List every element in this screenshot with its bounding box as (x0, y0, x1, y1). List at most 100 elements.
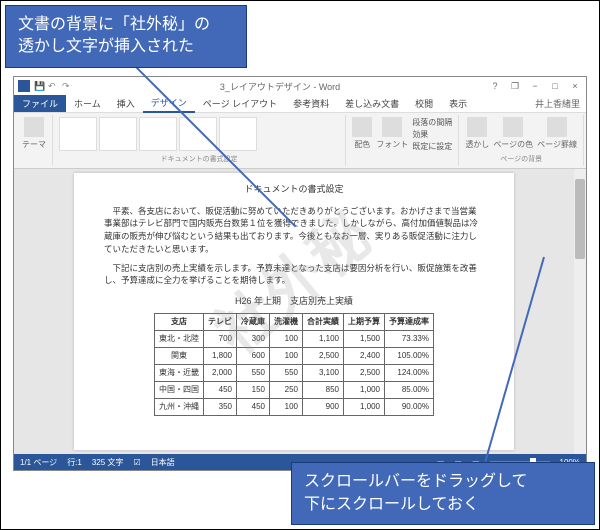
fonts-button[interactable]: フォント (376, 117, 408, 152)
cell-tv: 350 (204, 398, 237, 415)
cell-fridge: 550 (237, 364, 270, 381)
save-icon[interactable]: 💾 (34, 81, 44, 91)
ribbon-design: テーマ ドキュメントの書式設定 配色 フォント 段落の間隔 効果 既定に設定 (14, 113, 586, 169)
cell-rate: 105.00% (385, 347, 434, 364)
tab-design[interactable]: デザイン (143, 94, 195, 113)
style-set-item[interactable] (219, 117, 257, 151)
style-set-item[interactable] (59, 117, 97, 151)
cell-branch: 中国・四国 (155, 381, 204, 398)
scrollbar-thumb[interactable] (575, 179, 585, 259)
colors-button[interactable]: 配色 (352, 117, 372, 152)
table-row[interactable]: 中国・四国 450 150 250 850 1,000 85.00% (155, 381, 434, 398)
cell-washer: 100 (270, 398, 303, 415)
annotation-text: スクロールバーをドラッグして下にスクロールしておく (304, 473, 528, 512)
cell-total: 850 (303, 381, 344, 398)
th-branch: 支店 (155, 313, 204, 330)
cell-budget: 1,000 (344, 398, 385, 415)
help-icon[interactable]: ? (488, 81, 502, 92)
maximize-button[interactable]: □ (548, 81, 562, 92)
watermark-icon (467, 117, 487, 137)
style-set-item[interactable] (179, 117, 217, 151)
tab-review[interactable]: 校閲 (407, 95, 441, 112)
style-set-item[interactable] (99, 117, 137, 151)
vertical-scrollbar[interactable] (574, 169, 586, 454)
table-row[interactable]: 関東 1,800 600 100 2,500 2,400 105.00% (155, 347, 434, 364)
th-fridge: 冷蔵庫 (237, 313, 270, 330)
cell-budget: 1,000 (344, 381, 385, 398)
tab-home[interactable]: ホーム (66, 95, 109, 112)
annotation-watermark-inserted: 文書の背景に「社外秘」の透かし文字が挿入された (5, 5, 247, 68)
paragraph-spacing-button[interactable]: 段落の間隔 (412, 117, 452, 128)
effects-button[interactable]: 効果 (412, 129, 452, 140)
fonts-label: フォント (376, 139, 408, 150)
cell-rate: 90.00% (385, 398, 434, 415)
colors-label: 配色 (354, 139, 370, 150)
cell-branch: 東海・近畿 (155, 364, 204, 381)
cell-budget: 1,500 (344, 330, 385, 347)
th-rate: 予算達成率 (385, 313, 434, 330)
quick-access-toolbar: 💾 ↶ ↷ (34, 81, 72, 91)
cell-rate: 85.00% (385, 381, 434, 398)
cell-rate: 124.00% (385, 364, 434, 381)
page-borders-label: ページ罫線 (537, 139, 577, 150)
paragraph-1[interactable]: 平素、各支店において、販促活動に努めていただきありがとうございます。おかげさまで… (104, 205, 484, 256)
cell-washer: 100 (270, 330, 303, 347)
page-borders-button[interactable]: ページ罫線 (537, 117, 577, 150)
cell-total: 3,100 (303, 364, 344, 381)
cell-total: 900 (303, 398, 344, 415)
fonts-icon (382, 117, 402, 137)
style-set-gallery[interactable] (59, 117, 339, 154)
user-name[interactable]: 井上香緒里 (535, 97, 586, 110)
tab-view[interactable]: 表示 (441, 95, 475, 112)
table-row[interactable]: 九州・沖縄 350 450 100 900 1,000 90.00% (155, 398, 434, 415)
redo-icon[interactable]: ↷ (62, 81, 72, 91)
th-budget: 上期予算 (344, 313, 385, 330)
undo-icon[interactable]: ↶ (48, 81, 58, 91)
page-color-button[interactable]: ページの色 (493, 117, 533, 150)
status-page[interactable]: 1/1 ページ (20, 457, 57, 468)
status-word-count[interactable]: 325 文字 (92, 457, 124, 468)
title-bar: 💾 ↶ ↷ 3_レイアウトデザイン - Word ? ❐ − □ × (14, 77, 586, 95)
ribbon-display-icon[interactable]: ❐ (508, 81, 522, 92)
cell-budget: 2,500 (344, 364, 385, 381)
annotation-scroll-down: スクロールバーをドラッグして下にスクロールしておく (291, 462, 595, 525)
table-row[interactable]: 東海・近畿 2,000 550 550 3,100 2,500 124.00% (155, 364, 434, 381)
document-page[interactable]: 社外秘 ドキュメントの書式設定 平素、各支店において、販促活動に努めていただきあ… (74, 173, 514, 450)
table-header-row: 支店 テレビ 冷蔵庫 洗濯機 合計実績 上期予算 予算達成率 (155, 313, 434, 330)
th-total: 合計実績 (303, 313, 344, 330)
group-label: ページの背景 (465, 154, 577, 164)
cell-washer: 550 (270, 364, 303, 381)
status-line[interactable]: 行:1 (67, 457, 82, 468)
tab-page-layout[interactable]: ページ レイアウト (195, 95, 285, 112)
colors-icon (352, 117, 372, 137)
status-language[interactable]: 日本語 (151, 457, 175, 468)
tab-mailings[interactable]: 差し込み文書 (337, 95, 407, 112)
sales-table[interactable]: 支店 テレビ 冷蔵庫 洗濯機 合計実績 上期予算 予算達成率 東北・北陸 700… (154, 313, 434, 416)
status-proofing[interactable]: ☑ (133, 458, 140, 467)
set-default-button[interactable]: 既定に設定 (412, 141, 452, 152)
th-washer: 洗濯機 (270, 313, 303, 330)
table-row[interactable]: 東北・北陸 700 300 100 1,100 1,500 73.33% (155, 330, 434, 347)
minimize-button[interactable]: − (528, 81, 542, 92)
cell-tv: 700 (204, 330, 237, 347)
document-title: 3_レイアウトデザイン - Word (72, 80, 488, 93)
word-icon (18, 80, 30, 92)
group-page-background: 透かし ページの色 ページ罫線 ページの背景 (459, 115, 584, 166)
close-button[interactable]: × (568, 81, 582, 92)
page-borders-icon (547, 117, 567, 137)
themes-button[interactable]: テーマ (22, 117, 46, 150)
watermark-button[interactable]: 透かし (465, 117, 489, 150)
style-set-item[interactable] (139, 117, 177, 151)
cell-branch: 九州・沖縄 (155, 398, 204, 415)
tab-insert[interactable]: 挿入 (109, 95, 143, 112)
paragraph-2[interactable]: 下記に支店別の売上実績を示します。予算未達となった支店は要因分析を行い、販促施策… (104, 262, 484, 288)
cell-branch: 東北・北陸 (155, 330, 204, 347)
tab-file[interactable]: ファイル (14, 95, 66, 112)
cell-budget: 2,400 (344, 347, 385, 364)
annotation-text: 文書の背景に「社外秘」の透かし文字が挿入された (18, 16, 210, 55)
word-application-window: 💾 ↶ ↷ 3_レイアウトデザイン - Word ? ❐ − □ × ファイル … (13, 76, 587, 471)
group-document-formatting: ドキュメントの書式設定 (53, 115, 346, 166)
page-color-icon (503, 117, 523, 137)
tab-references[interactable]: 参考資料 (285, 95, 337, 112)
cell-tv: 2,000 (204, 364, 237, 381)
